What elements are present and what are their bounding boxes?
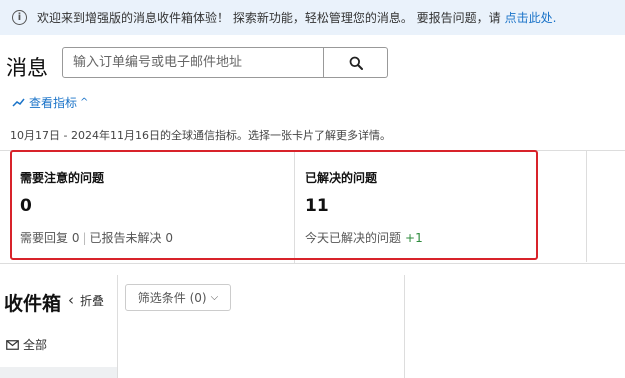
search-icon	[349, 56, 363, 70]
column-divider	[404, 275, 405, 378]
banner-text: 欢迎来到增强版的消息收件箱体验！ 探索新功能，轻松管理您的消息。 要报告问题，请	[37, 11, 501, 25]
chevron-left-icon: ‹	[68, 291, 74, 309]
trend-chart-icon	[12, 98, 25, 107]
sidebar-bottom-area	[0, 367, 117, 378]
metrics-description: 10月17日 - 2024年11月16日的全球通信指标。选择一张卡片了解更多详情…	[10, 129, 391, 142]
filter-label: 筛选条件 (0)	[137, 291, 207, 305]
view-metrics-toggle[interactable]: 查看指标 ^	[12, 94, 88, 111]
inbox-title: 收件箱	[4, 293, 62, 315]
card-resolved-issues[interactable]: 已解决的问题 11 今天已解决的问题 +1	[294, 151, 587, 263]
sidebar-item-label: 全部	[23, 338, 48, 352]
metrics-cards: 需要注意的问题 0 需要回复 0 | 已报告未解决 0 已解决的问题 11 今天已解…	[0, 150, 625, 264]
sidebar-item-all[interactable]: 全部	[6, 336, 47, 353]
resolved-today-label: 今天已解决的问题	[305, 231, 402, 245]
card-title: 已解决的问题	[305, 171, 378, 185]
info-icon: i	[12, 10, 27, 25]
banner-report-link[interactable]: 点击此处.	[505, 9, 557, 26]
search-input[interactable]	[62, 47, 324, 78]
search-bar	[62, 47, 388, 78]
card-value: 11	[305, 196, 329, 216]
filter-dropdown[interactable]: 筛选条件 (0) ⌵	[125, 284, 231, 311]
separator: |	[82, 231, 87, 245]
search-button[interactable]	[324, 47, 388, 78]
mail-icon	[6, 339, 19, 350]
chevron-down-icon: ⌵	[210, 292, 219, 303]
card-attention-issues[interactable]: 需要注意的问题 0 需要回复 0 | 已报告未解决 0	[10, 151, 294, 263]
column-divider	[117, 275, 118, 378]
card-subtext: 今天已解决的问题 +1	[305, 229, 423, 246]
card-title: 需要注意的问题	[20, 171, 105, 185]
page-title: 消息	[6, 56, 48, 80]
chevron-up-icon: ^	[80, 97, 89, 108]
card-placeholder	[586, 150, 625, 262]
resolved-today-delta: +1	[405, 231, 423, 245]
card-value: 0	[20, 196, 32, 216]
card-subtext: 需要回复 0 | 已报告未解决 0	[20, 229, 173, 246]
needs-reply-count: 需要回复 0	[20, 231, 80, 245]
collapse-button[interactable]: ‹ 折叠	[68, 291, 104, 309]
reported-unresolved-count: 已报告未解决 0	[89, 231, 173, 245]
collapse-label: 折叠	[80, 293, 105, 308]
view-metrics-label: 查看指标	[29, 96, 78, 110]
announcement-banner: i 欢迎来到增强版的消息收件箱体验！ 探索新功能，轻松管理您的消息。 要报告问题…	[0, 0, 625, 35]
